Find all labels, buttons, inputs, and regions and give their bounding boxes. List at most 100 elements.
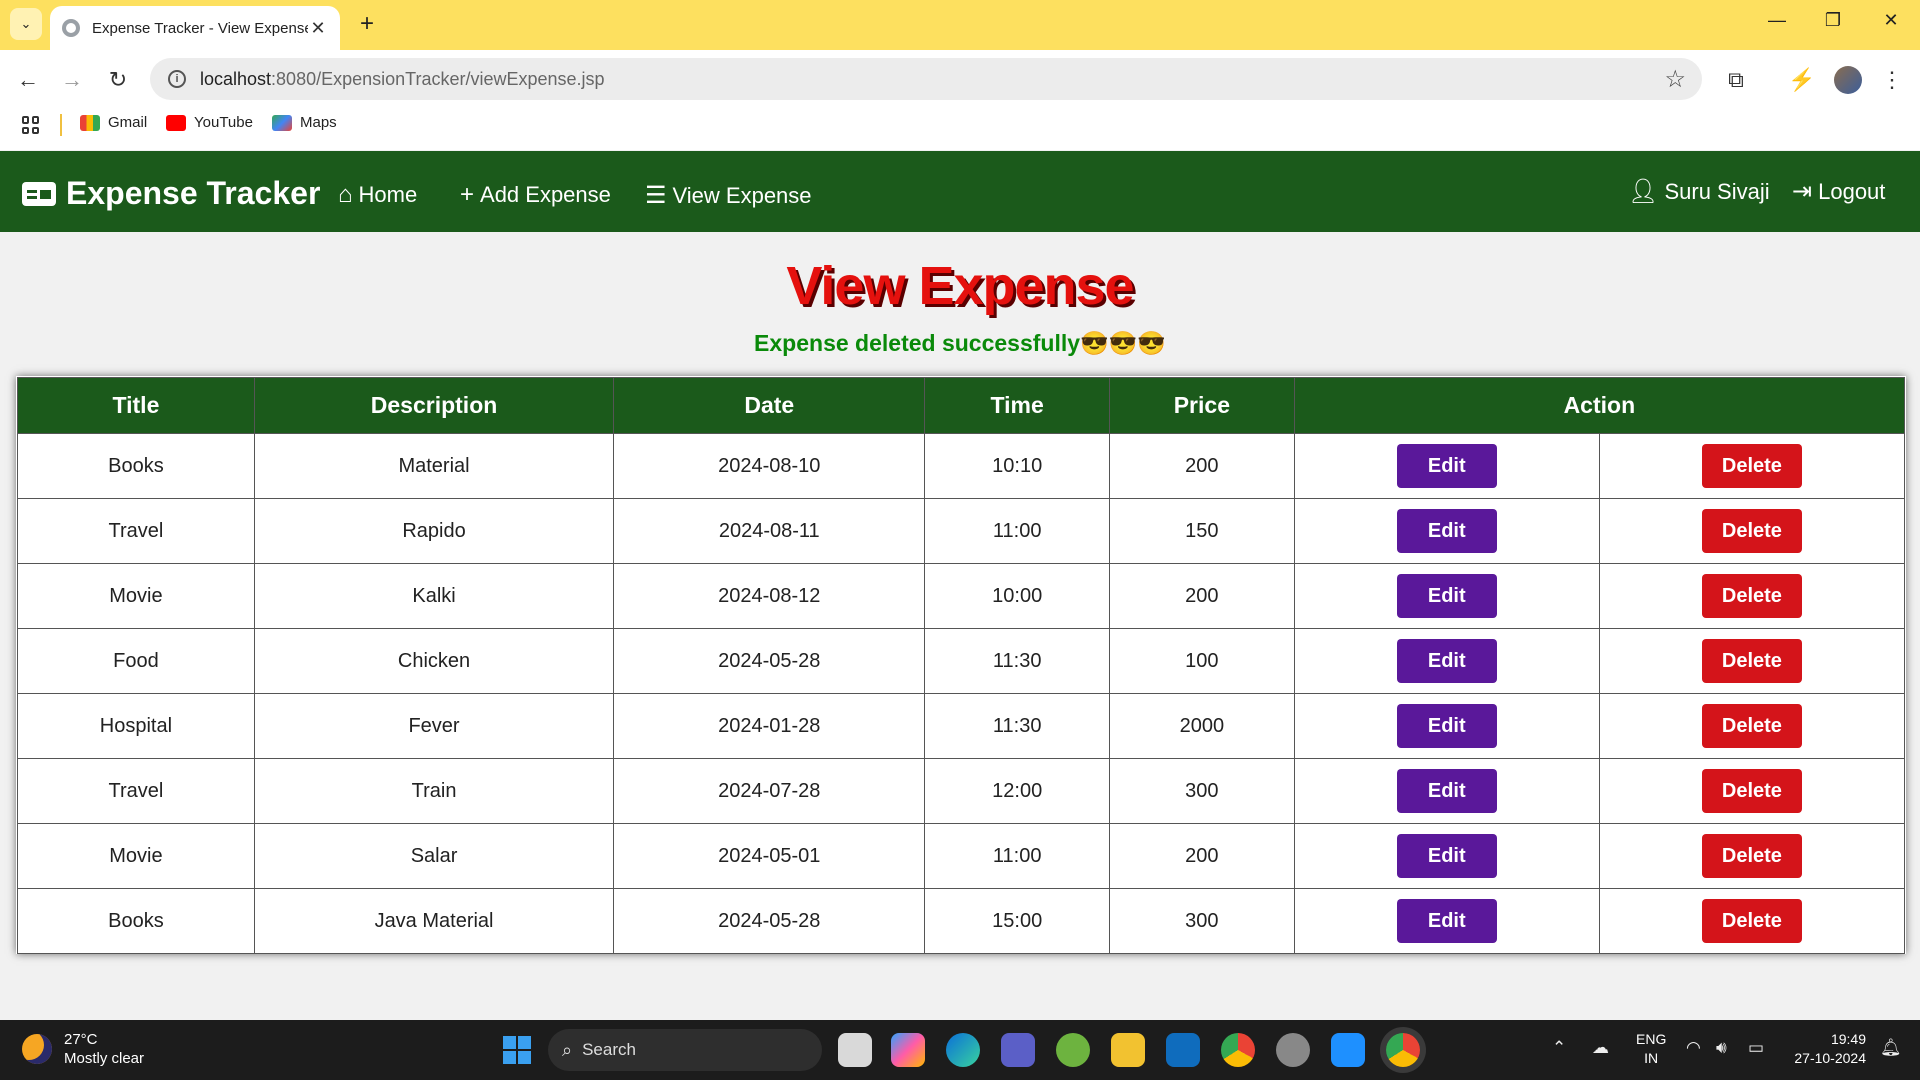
cell-description: Fever bbox=[253, 693, 615, 759]
cell-delete: Delete bbox=[1598, 823, 1906, 889]
weather-status: Mostly clear bbox=[64, 1050, 145, 1067]
moon-weather-icon bbox=[22, 1034, 52, 1064]
copilot-icon[interactable] bbox=[891, 1033, 925, 1067]
cell-title: Books bbox=[17, 888, 255, 954]
edit-button[interactable]: Edit bbox=[1396, 639, 1497, 683]
user-icon: 👤︎ bbox=[1628, 178, 1659, 205]
chevron-down-icon: ⌄ bbox=[20, 16, 32, 31]
apps-grid-icon[interactable] bbox=[22, 116, 40, 134]
cell-date: 2024-08-11 bbox=[613, 498, 926, 564]
edit-button[interactable]: Edit bbox=[1396, 704, 1497, 748]
brand-name: Expense Tracker bbox=[66, 175, 321, 211]
delete-button[interactable]: Delete bbox=[1701, 509, 1802, 553]
bookmark-maps[interactable]: Maps bbox=[272, 114, 337, 131]
url-text[interactable]: localhost:8080/ExpensionTracker/viewExpe… bbox=[200, 69, 1664, 90]
weather-widget[interactable]: 27°C Mostly clear bbox=[22, 1030, 144, 1068]
bookmark-star-icon[interactable]: ☆ bbox=[1664, 65, 1686, 94]
table-row: Movie Salar 2024-05-01 11:00 200 Edit De… bbox=[17, 823, 1906, 889]
delete-button[interactable]: Delete bbox=[1701, 639, 1802, 683]
new-tab-button[interactable]: + bbox=[352, 10, 382, 38]
nav-logout[interactable]: ⇥ Logout bbox=[1792, 177, 1885, 206]
bookmark-gmail[interactable]: Gmail bbox=[80, 114, 147, 131]
cell-date: 2024-01-28 bbox=[613, 693, 926, 759]
edit-button[interactable]: Edit bbox=[1396, 769, 1497, 813]
edit-button[interactable]: Edit bbox=[1396, 899, 1497, 943]
site-info-icon[interactable]: i bbox=[168, 70, 186, 88]
delete-button[interactable]: Delete bbox=[1701, 444, 1802, 488]
delete-button[interactable]: Delete bbox=[1701, 704, 1802, 748]
bookmark-youtube[interactable]: YouTube bbox=[166, 114, 253, 131]
cell-description: Material bbox=[253, 433, 615, 499]
performance-icon[interactable]: ⚡ bbox=[1786, 64, 1818, 96]
minimize-button[interactable]: — bbox=[1762, 10, 1792, 31]
cell-description: Rapido bbox=[253, 498, 615, 564]
cell-edit: Edit bbox=[1293, 628, 1600, 694]
chrome-icon[interactable] bbox=[1221, 1033, 1255, 1067]
search-icon: ⌕ bbox=[562, 1039, 573, 1060]
windows-start-icon[interactable] bbox=[503, 1036, 531, 1064]
spring-tools-icon[interactable] bbox=[1056, 1033, 1090, 1067]
taskbar-search[interactable]: ⌕ Search bbox=[548, 1029, 822, 1071]
forward-button[interactable]: → bbox=[56, 64, 88, 96]
cell-time: 15:00 bbox=[924, 888, 1111, 954]
delete-button[interactable]: Delete bbox=[1701, 574, 1802, 618]
language-indicator[interactable]: ENG IN bbox=[1636, 1030, 1666, 1068]
nav-add-expense[interactable]: + Add Expense bbox=[460, 181, 611, 209]
profile-avatar[interactable] bbox=[1834, 66, 1862, 94]
cell-description: Java Material bbox=[253, 888, 615, 954]
region-code: IN bbox=[1644, 1050, 1659, 1066]
task-view-icon[interactable] bbox=[838, 1033, 872, 1067]
reload-button[interactable]: ↻ bbox=[102, 64, 134, 96]
clock-date: 27-10-2024 bbox=[1794, 1050, 1866, 1066]
browser-tab[interactable]: Expense Tracker - View Expense ✕ bbox=[50, 6, 340, 50]
tab-close-icon[interactable]: ✕ bbox=[308, 18, 328, 39]
youtube-icon bbox=[166, 114, 186, 131]
cell-delete: Delete bbox=[1598, 888, 1906, 954]
home-icon: ⌂ bbox=[338, 181, 353, 208]
globe-icon bbox=[62, 19, 80, 37]
cell-title: Movie bbox=[17, 563, 255, 629]
nav-view-expense[interactable]: ☰ View Expense bbox=[645, 181, 812, 210]
edit-button[interactable]: Edit bbox=[1396, 444, 1497, 488]
delete-button[interactable]: Delete bbox=[1701, 769, 1802, 813]
chrome-active-icon[interactable] bbox=[1386, 1033, 1420, 1067]
cell-title: Food bbox=[17, 628, 255, 694]
settings-gear-icon[interactable] bbox=[1276, 1033, 1310, 1067]
outlook-icon[interactable] bbox=[1166, 1033, 1200, 1067]
header-action: Action bbox=[1293, 377, 1906, 434]
edit-button[interactable]: Edit bbox=[1396, 834, 1497, 878]
cell-date: 2024-07-28 bbox=[613, 758, 926, 824]
onedrive-offline-icon[interactable]: ☁ bbox=[1592, 1038, 1609, 1058]
teams-icon[interactable] bbox=[1001, 1033, 1035, 1067]
nav-home[interactable]: ⌂ Home bbox=[338, 181, 417, 209]
system-clock[interactable]: 19:49 27-10-2024 bbox=[1786, 1030, 1866, 1068]
file-explorer-icon[interactable] bbox=[1111, 1033, 1145, 1067]
cell-price: 200 bbox=[1109, 563, 1295, 629]
table-row: Travel Train 2024-07-28 12:00 300 Edit D… bbox=[17, 758, 1906, 824]
photos-icon[interactable] bbox=[1331, 1033, 1365, 1067]
restore-button[interactable]: ❐ bbox=[1818, 10, 1848, 31]
wifi-icon[interactable]: ◠ bbox=[1686, 1038, 1701, 1058]
battery-icon[interactable]: ▭ bbox=[1748, 1038, 1764, 1058]
close-window-button[interactable]: ✕ bbox=[1876, 10, 1906, 31]
show-hidden-icons-chevron-icon[interactable]: ⌃ bbox=[1552, 1038, 1566, 1058]
bookmark-separator bbox=[60, 114, 62, 136]
cell-description: Chicken bbox=[253, 628, 615, 694]
delete-button[interactable]: Delete bbox=[1701, 834, 1802, 878]
cell-edit: Edit bbox=[1293, 433, 1600, 499]
address-bar[interactable]: i localhost:8080/ExpensionTracker/viewEx… bbox=[150, 58, 1702, 100]
brand[interactable]: Expense Tracker bbox=[22, 175, 320, 212]
delete-button[interactable]: Delete bbox=[1701, 899, 1802, 943]
volume-icon[interactable]: 🔊︎ bbox=[1716, 1038, 1727, 1058]
edge-icon[interactable] bbox=[946, 1033, 980, 1067]
notifications-bell-icon[interactable]: 🔔︎ bbox=[1880, 1038, 1902, 1058]
edit-button[interactable]: Edit bbox=[1396, 574, 1497, 618]
menu-kebab-icon[interactable]: ⋮ bbox=[1876, 64, 1908, 96]
extensions-icon[interactable]: ⧉ bbox=[1720, 64, 1752, 96]
tab-search-button[interactable]: ⌄ bbox=[10, 8, 42, 40]
back-button[interactable]: ← bbox=[12, 64, 44, 96]
cell-title: Books bbox=[17, 433, 255, 499]
cell-time: 10:10 bbox=[924, 433, 1111, 499]
edit-button[interactable]: Edit bbox=[1396, 509, 1497, 553]
nav-user[interactable]: 👤︎ Suru Sivaji bbox=[1628, 177, 1770, 206]
